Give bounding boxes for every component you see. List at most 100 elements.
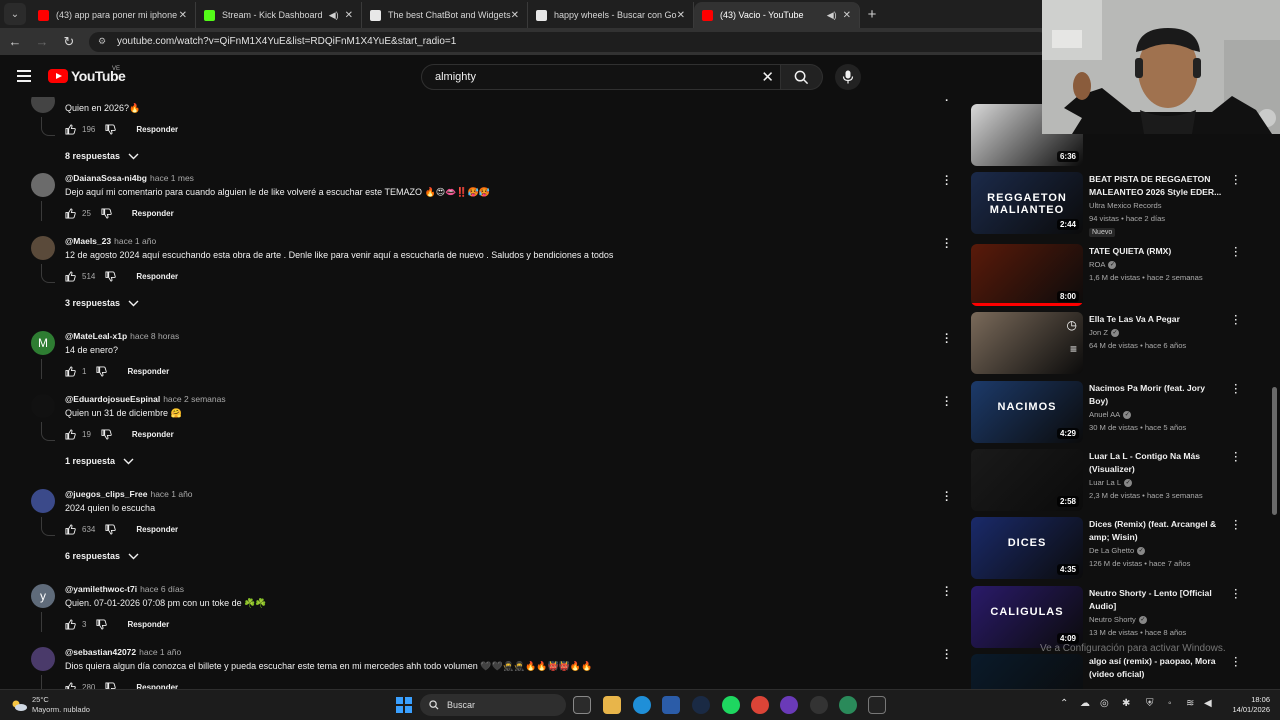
- scrollbar-thumb[interactable]: [1272, 387, 1277, 515]
- edge-icon[interactable]: [633, 696, 651, 714]
- voice-search-button[interactable]: [835, 64, 861, 90]
- more-actions-icon[interactable]: ···: [944, 646, 950, 665]
- channel-name[interactable]: Luar La L ✓: [1089, 478, 1133, 487]
- avatar[interactable]: [31, 236, 55, 260]
- more-actions-icon[interactable]: ···: [944, 235, 950, 254]
- more-actions-icon[interactable]: ···: [944, 583, 950, 602]
- video-thumbnail[interactable]: NACIMOS 4:29: [971, 381, 1083, 443]
- search-input[interactable]: almighty ✕: [421, 64, 781, 90]
- reply-button[interactable]: Responder: [127, 367, 169, 376]
- video-thumbnail[interactable]: 8:00: [971, 244, 1083, 306]
- avatar[interactable]: [31, 647, 55, 671]
- comment-time[interactable]: hace 8 horas: [130, 331, 179, 341]
- obs-icon[interactable]: [780, 696, 798, 714]
- comment-author[interactable]: @DaianaSosa-ni4bg: [65, 173, 147, 183]
- comment-author[interactable]: @EduardojosueEspinal: [65, 394, 160, 404]
- view-replies-button[interactable]: 6 respuestas: [65, 551, 139, 561]
- like-icon[interactable]: [65, 365, 76, 377]
- video-thumbnail[interactable]: REGGAETON MALIANTEO 2:44: [971, 172, 1083, 234]
- dislike-icon[interactable]: [105, 270, 117, 282]
- browser-tab[interactable]: (43) Vacio - YouTube ◀) ✕: [694, 2, 860, 28]
- microphone-icon[interactable]: ◦: [1168, 698, 1172, 709]
- like-icon[interactable]: [65, 123, 76, 135]
- video-title[interactable]: Neutro Shorty - Lento [Official Audio]: [1089, 587, 1225, 613]
- watch-later-icon[interactable]: ◷: [1067, 318, 1077, 332]
- like-icon[interactable]: [65, 270, 76, 282]
- reply-button[interactable]: Responder: [136, 125, 178, 134]
- reply-button[interactable]: Responder: [136, 525, 178, 534]
- browser-tab[interactable]: Stream - Kick Dashboard ◀) ✕: [196, 2, 362, 28]
- youtube-logo[interactable]: YouTube VE: [48, 66, 126, 84]
- app-icon[interactable]: [810, 696, 828, 714]
- video-thumbnail[interactable]: 2:58: [971, 449, 1083, 511]
- close-tab-icon[interactable]: ✕: [677, 10, 685, 21]
- channel-name[interactable]: Jon Z ✓: [1089, 328, 1119, 337]
- close-tab-icon[interactable]: ✕: [511, 10, 519, 21]
- browser-tab[interactable]: The best ChatBot and Widgets ✕: [362, 2, 528, 28]
- comment-time[interactable]: hace 1 año: [114, 236, 156, 246]
- page-scrollbar[interactable]: [1271, 97, 1279, 689]
- close-tab-icon[interactable]: ✕: [179, 10, 187, 21]
- avatar[interactable]: [31, 489, 55, 513]
- related-video[interactable]: 2:58 Luar La L - Contigo Na Más (Visualiz…: [971, 449, 1271, 513]
- task-view-icon[interactable]: [573, 696, 591, 714]
- comment-time[interactable]: hace 1 año: [150, 489, 192, 499]
- channel-name[interactable]: Ultra Mexico Records: [1089, 201, 1162, 210]
- file-explorer-icon[interactable]: [603, 696, 621, 714]
- related-video[interactable]: DICES 4:35 Dices (Remix) (feat. Arcangel &…: [971, 517, 1271, 581]
- dislike-icon[interactable]: [105, 523, 117, 535]
- video-title[interactable]: Ella Te Las Va A Pegar: [1089, 313, 1225, 326]
- reload-button[interactable]: ↻: [57, 34, 81, 50]
- speaker-icon[interactable]: ◀): [329, 10, 339, 21]
- clock[interactable]: 18:06 14/01/2026: [1222, 695, 1270, 715]
- more-actions-icon[interactable]: ···: [1233, 449, 1239, 467]
- channel-name[interactable]: ROA ✓: [1089, 260, 1117, 269]
- comment-time[interactable]: hace 1 año: [139, 647, 181, 657]
- wifi-icon[interactable]: ≋: [1186, 698, 1194, 709]
- video-title[interactable]: TATE QUIETA (RMX): [1089, 245, 1225, 258]
- view-replies-button[interactable]: 3 respuestas: [65, 298, 139, 308]
- weather-widget[interactable]: 25°C Mayorm. nublado: [10, 695, 90, 715]
- like-icon[interactable]: [65, 207, 76, 219]
- more-actions-icon[interactable]: ···: [944, 97, 950, 107]
- more-actions-icon[interactable]: ···: [1233, 172, 1239, 190]
- video-title[interactable]: Luar La L - Contigo Na Más (Visualizer): [1089, 450, 1225, 476]
- close-tab-icon[interactable]: ✕: [345, 10, 353, 21]
- related-video[interactable]: REGGAETON MALIANTEO 2:44 BEAT PISTA DE REG…: [971, 172, 1271, 237]
- video-title[interactable]: Nacimos Pa Morir (feat. Jory Boy): [1089, 382, 1225, 408]
- tab-search-button[interactable]: ⌄: [4, 3, 26, 25]
- dislike-icon[interactable]: [96, 365, 108, 377]
- more-actions-icon[interactable]: ···: [1233, 312, 1239, 330]
- store-icon[interactable]: [662, 696, 680, 714]
- reply-button[interactable]: Responder: [132, 209, 174, 218]
- volume-icon[interactable]: ◀: [1204, 698, 1212, 709]
- forward-button[interactable]: →: [30, 34, 54, 49]
- related-video[interactable]: ◷ ≡ Ella Te Las Va A Pegar Jon Z ✓ 64 M de vi…: [971, 312, 1271, 376]
- more-actions-icon[interactable]: ···: [1233, 244, 1239, 262]
- view-replies-button[interactable]: 1 respuesta: [65, 456, 134, 466]
- bluetooth-icon[interactable]: ✱: [1122, 698, 1130, 709]
- browser-tab[interactable]: (43) app para poner mi iphone ✕: [30, 2, 196, 28]
- chrome-profile-icon[interactable]: [839, 696, 857, 714]
- spotify-icon[interactable]: [722, 696, 740, 714]
- steam-icon[interactable]: [692, 696, 710, 714]
- like-icon[interactable]: [65, 618, 76, 630]
- channel-name[interactable]: Anuel AA ✓: [1089, 410, 1132, 419]
- more-actions-icon[interactable]: ···: [1233, 381, 1239, 399]
- dislike-icon[interactable]: [105, 123, 117, 135]
- video-thumbnail[interactable]: DICES 4:35: [971, 517, 1083, 579]
- comment-time[interactable]: hace 6 días: [140, 584, 184, 594]
- like-icon[interactable]: [65, 523, 76, 535]
- site-info-icon[interactable]: ⚙: [95, 36, 109, 48]
- dislike-icon[interactable]: [105, 681, 117, 690]
- avatar[interactable]: [31, 97, 55, 113]
- close-tab-icon[interactable]: ✕: [843, 10, 851, 21]
- avatar[interactable]: [31, 394, 55, 418]
- channel-name[interactable]: Neutro Shorty ✓: [1089, 615, 1147, 624]
- related-video[interactable]: NACIMOS 4:29 Nacimos Pa Morir (feat. Jory …: [971, 381, 1271, 445]
- taskbar-search[interactable]: Buscar: [420, 694, 566, 716]
- network-icon[interactable]: ◎: [1100, 698, 1109, 709]
- comment-author[interactable]: @Maels_23: [65, 236, 111, 246]
- menu-icon[interactable]: [17, 70, 31, 85]
- dislike-icon[interactable]: [96, 618, 108, 630]
